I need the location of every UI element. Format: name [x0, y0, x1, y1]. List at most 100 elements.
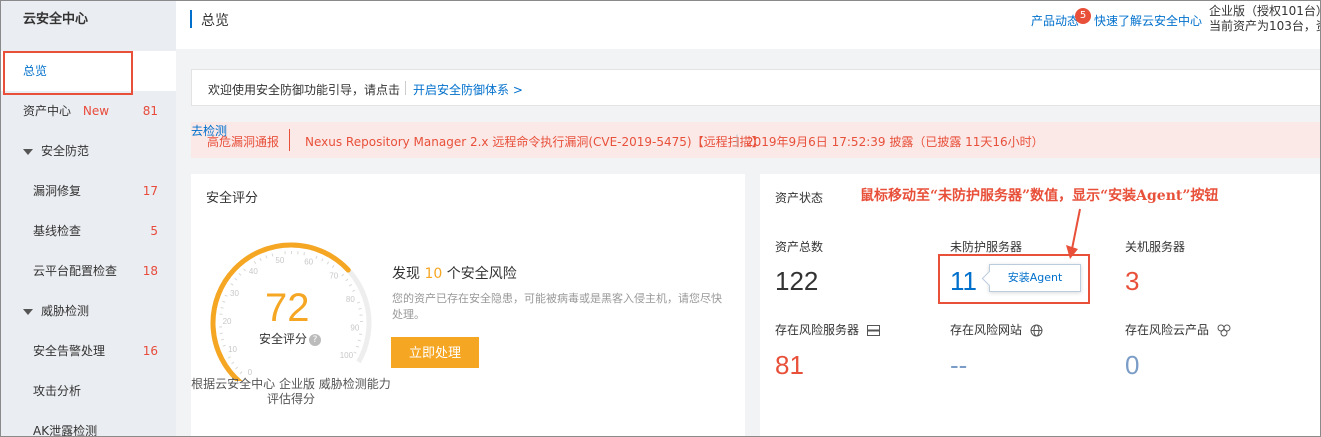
- sidebar-item-label: 安全告警处理: [33, 344, 106, 358]
- asset-status-card: 资产状态 鼠标移动至“未防护服务器”数值，显示“安装Agent”按钮 资产总数 …: [760, 174, 1321, 437]
- caret-down-icon: [23, 148, 33, 155]
- stat-label-risky-cloud: 存在风险云产品: [1125, 321, 1231, 338]
- score-label: 安全评分?: [259, 330, 322, 347]
- score-footer-line: 评估得分: [266, 392, 315, 406]
- sidebar-item-assets[interactable]: 资产中心 New 81: [1, 91, 176, 131]
- gauge-minor-tick: [345, 278, 349, 282]
- score-value: 72: [265, 286, 310, 330]
- gauge-minor-tick: [321, 258, 324, 262]
- new-badge: New: [82, 104, 110, 118]
- risk-summary: 发现 10 个安全风险: [392, 263, 517, 283]
- sidebar-item-count: 16: [142, 344, 158, 358]
- edition-line: 企业版（授权101台）: [1209, 4, 1321, 18]
- notice-vuln-title[interactable]: Nexus Repository Manager 2.x 远程命令执行漏洞(CV…: [305, 133, 764, 150]
- card-title: 资产状态: [775, 191, 824, 205]
- cloud-nodes-icon: [1217, 324, 1231, 337]
- stat-value-shutdown[interactable]: 3: [1125, 266, 1139, 297]
- sidebar-item-attack-analysis[interactable]: 攻击分析: [1, 371, 176, 411]
- gauge-minor-tick: [238, 272, 242, 276]
- sidebar-item-cloud-config[interactable]: 云平台配置检查 18: [1, 251, 176, 291]
- globe-icon: [1030, 324, 1043, 337]
- sidebar-item-count: 18: [142, 264, 158, 278]
- gauge-minor-tick: [231, 361, 235, 365]
- gauge-minor-tick: [222, 300, 226, 303]
- sidebar-group-label: 安全防范: [41, 144, 90, 158]
- gauge-minor-tick: [235, 366, 239, 370]
- server-icon: [866, 325, 880, 336]
- sidebar-item-label: 云平台配置检查: [33, 264, 118, 278]
- vuln-notice-bar: 高危漏洞通报 Nexus Repository Manager 2.x 远程命令…: [191, 122, 1321, 158]
- gauge-tick-label: 80: [346, 295, 355, 304]
- sidebar-group-label: 威胁检测: [41, 304, 90, 318]
- gauge-tick-label: 70: [329, 271, 338, 280]
- edition-info: 企业版（授权101台） 当前资产为103台，资: [1209, 4, 1321, 34]
- gauge-minor-tick: [353, 351, 357, 354]
- annotation-arrow-icon: [1066, 208, 1081, 259]
- gauge-minor-tick: [220, 338, 225, 341]
- gauge-minor-tick: [355, 345, 359, 348]
- product-news-link[interactable]: 产品动态: [1031, 12, 1079, 29]
- gauge-minor-tick: [331, 265, 335, 269]
- gauge-tick-label: 0: [248, 368, 253, 377]
- gauge-tick-label: 100: [340, 351, 354, 360]
- stat-label-text: 存在风险服务器: [775, 323, 860, 337]
- gauge-minor-tick: [341, 273, 345, 277]
- sidebar-title: 云安全中心: [23, 12, 89, 27]
- gauge-minor-tick: [239, 371, 243, 375]
- gauge-minor-tick: [222, 344, 226, 347]
- notice-time: 2019年9月6日 17:52:39 披露（已披露 11天16小时）: [746, 135, 1044, 149]
- install-agent-label: 安装Agent: [1007, 271, 1063, 284]
- gauge-minor-tick: [234, 277, 238, 281]
- risk-suffix: 个安全风险: [446, 266, 517, 282]
- stat-value-total[interactable]: 122: [775, 266, 818, 297]
- highlight-box: [3, 51, 133, 95]
- gauge-minor-tick: [326, 261, 330, 265]
- sidebar-item-alerts[interactable]: 安全告警处理 16: [1, 331, 176, 371]
- sidebar-item-vuln-fix[interactable]: 漏洞修复 17: [1, 171, 176, 211]
- score-footer-line: 根据云安全中心 企业版 威胁检测能力: [191, 377, 391, 391]
- sidebar-item-label: 基线检查: [33, 224, 82, 238]
- help-icon[interactable]: ?: [309, 333, 322, 346]
- sidebar-item-count: 5: [150, 224, 158, 238]
- stat-value-risky-sites[interactable]: --: [950, 350, 967, 381]
- sidebar-item-count: 17: [142, 184, 158, 198]
- sidebar-group-threat[interactable]: 威胁检测: [1, 291, 176, 331]
- sidebar-item-ak-leak[interactable]: AK泄露检测: [1, 411, 176, 436]
- stat-value-risky-servers[interactable]: 81: [775, 350, 804, 381]
- annotation-text: 鼠标移动至“未防护服务器”数值，显示“安装Agent”按钮: [860, 188, 1219, 204]
- handle-now-button[interactable]: 立即处理: [391, 337, 479, 368]
- stat-label-shutdown: 关机服务器: [1125, 240, 1186, 254]
- sidebar-group-protection[interactable]: 安全防范: [1, 131, 176, 171]
- gauge-tick-label: 60: [304, 257, 313, 266]
- gauge-minor-tick: [358, 308, 362, 310]
- gauge-minor-tick: [259, 257, 262, 261]
- gauge-minor-tick: [348, 283, 353, 287]
- news-count-badge: 5: [1075, 8, 1091, 24]
- stat-label-risky-sites: 存在风险网站: [950, 321, 1043, 338]
- gauge-tick-label: 30: [230, 289, 239, 298]
- stat-label-text: 存在风险云产品: [1125, 323, 1210, 337]
- open-defense-link[interactable]: 开启安全防御体系 >: [413, 81, 523, 98]
- gauge-minor-tick: [227, 356, 232, 359]
- caret-down-icon: [23, 308, 33, 315]
- guide-text: 欢迎使用安全防御功能引导，请点击: [208, 83, 401, 97]
- quick-start-link[interactable]: 快速了解云安全中心: [1094, 12, 1202, 29]
- gauge-tick-label: 10: [228, 345, 237, 354]
- gauge-minor-tick: [230, 283, 234, 286]
- sidebar-item-label: 资产中心: [23, 104, 72, 118]
- stat-label-total: 资产总数: [775, 240, 824, 254]
- gauge-minor-tick: [315, 255, 318, 259]
- sidebar-item-baseline[interactable]: 基线检查 5: [1, 211, 176, 251]
- sidebar-item-label: AK泄露检测: [33, 424, 98, 436]
- score-label-text: 安全评分: [259, 332, 308, 346]
- stat-value-risky-cloud[interactable]: 0: [1125, 350, 1139, 381]
- page-title: 总览: [201, 13, 229, 29]
- install-agent-button[interactable]: 安装Agent: [989, 264, 1081, 292]
- stat-label-unprotected: 未防护服务器: [950, 240, 1023, 254]
- gauge-minor-tick: [356, 301, 361, 304]
- guide-bar: 欢迎使用安全防御功能引导，请点击 开启安全防御体系 >: [191, 69, 1321, 106]
- score-footer: 根据云安全中心 企业版 威胁检测能力 评估得分: [191, 377, 391, 407]
- risk-count: 10: [424, 266, 443, 282]
- gauge-tick-label: 50: [275, 256, 284, 265]
- gauge-minor-tick: [253, 260, 257, 264]
